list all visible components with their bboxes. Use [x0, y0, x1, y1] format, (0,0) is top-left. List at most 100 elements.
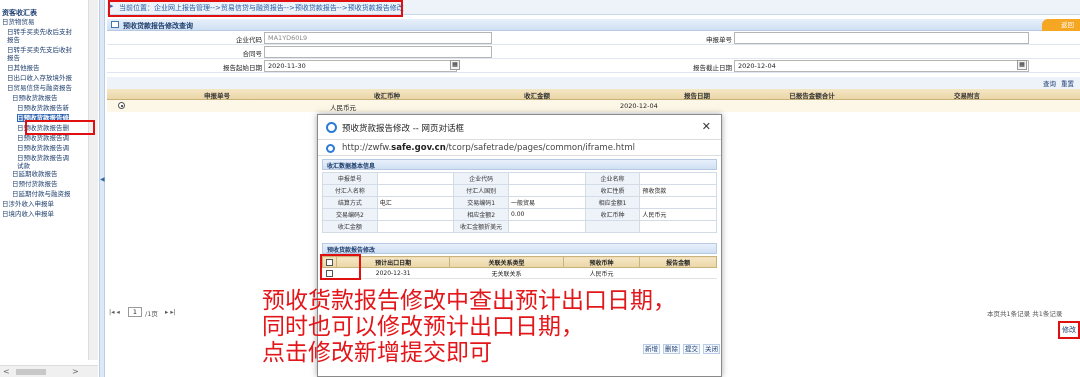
end-date-input[interactable]: 2020-12-04: [734, 60, 1029, 72]
sidebar-item[interactable]: 日境内收入申报单: [2, 210, 54, 218]
info-label: [584, 220, 641, 233]
info-value: 一般贸易: [508, 196, 586, 209]
info-label: 付汇人国别: [453, 184, 510, 197]
row-date: 2020-12-04: [620, 102, 658, 110]
sidebar-item[interactable]: 日预收货款报告调: [17, 154, 69, 162]
export-date-table: 预计出口日期 关联关系类型 预收币种 报告金额 2020-12-31 无关联关系…: [322, 256, 717, 279]
report-no-label: 申报单号: [706, 36, 732, 44]
expected-export-date[interactable]: 2020-12-31: [336, 267, 450, 279]
sidebar-item[interactable]: 日预收货款报告调: [17, 144, 69, 152]
info-value: 电汇: [376, 196, 455, 209]
query-button[interactable]: 查询: [1043, 78, 1056, 88]
info-value: [639, 172, 717, 185]
table-row[interactable]: 人民币元 2020-12-04: [107, 100, 1080, 112]
info-label: 企业代码: [453, 172, 510, 185]
dialog-titlebar: 预收货款报告修改 -- 网页对话框 ✕: [318, 115, 721, 139]
col-remark: 交易附言: [954, 92, 980, 100]
pager-last-icon[interactable]: ▸ ▸|: [165, 308, 176, 316]
location-icon: ▸: [110, 2, 114, 10]
sidebar-item[interactable]: 报告: [7, 36, 20, 44]
reset-button[interactable]: 重置: [1061, 78, 1074, 88]
sidebar-item[interactable]: 日预收货款报告删: [17, 124, 69, 132]
basic-info-table: 申报单号 企业代码 企业名称 付汇人名称 付汇人国别 收汇性质 预收货款 结算方式 电汇 交易编码…: [322, 172, 717, 233]
select-all-cell[interactable]: [322, 256, 337, 268]
info-value: [376, 208, 455, 221]
info-label: 收汇性质: [584, 184, 641, 197]
info-label: 结算方式: [322, 196, 378, 209]
contract-label: 合同号: [242, 50, 263, 58]
ie-icon: [326, 144, 335, 153]
info-label: 相应金额2: [453, 208, 510, 221]
info-row: 结算方式 电汇 交易编码1 一般贸易 相应金额1: [322, 196, 717, 209]
sidebar-item[interactable]: 日延期收款报告: [12, 170, 58, 178]
dialog-title: 预收货款报告修改 -- 网页对话框: [342, 124, 465, 134]
info-value: [508, 184, 586, 197]
info-value: [508, 172, 586, 185]
close-icon[interactable]: ✕: [702, 120, 711, 133]
sidebar-item[interactable]: 日贸易信贷与融资报告: [7, 84, 72, 92]
info-row: 申报单号 企业代码 企业名称: [322, 172, 717, 185]
info-row: 收汇金额 收汇金额折美元: [322, 220, 717, 233]
sidebar-item[interactable]: 日预付货款报告: [12, 180, 58, 188]
back-tab[interactable]: 返回: [1042, 19, 1080, 31]
page-total: /1页: [145, 310, 158, 318]
contract-input[interactable]: [264, 46, 492, 58]
info-value: [376, 220, 455, 233]
select-all-checkbox[interactable]: [326, 258, 333, 266]
row-checkbox[interactable]: [326, 269, 333, 277]
sidebar-vertical-scrollbar[interactable]: [88, 0, 98, 360]
sidebar-item[interactable]: 日预收货款报告: [12, 94, 58, 102]
report-no-input[interactable]: [734, 32, 1029, 44]
sidebar-item[interactable]: 日预收货款报告修: [17, 114, 69, 122]
relation-type: 无关联关系: [449, 267, 564, 279]
annotation-line-3: 点击修改新增提交即可: [262, 340, 492, 366]
modify-button[interactable]: 修改: [1062, 325, 1076, 335]
calendar-icon[interactable]: ▦: [450, 60, 460, 70]
sidebar-horizontal-scrollbar[interactable]: < >: [0, 365, 98, 377]
info-value: 预收货款: [639, 184, 717, 197]
sidebar-title: 资客收汇表: [2, 9, 37, 17]
panel-icon: [111, 21, 119, 28]
company-code-label: 企业代码: [236, 36, 262, 44]
sidebar-item[interactable]: 试款: [17, 162, 30, 170]
form-row-3: 报告起始日期 2020-11-30 ▦ 报告截止日期 2020-12-04 ▦: [107, 59, 1080, 73]
col-amount: 收汇金额: [524, 92, 550, 100]
sidebar-item[interactable]: 日预收货款报告调: [17, 134, 69, 142]
grid-header: 申报单号 收汇币种 收汇金额 报告日期 已报告金额合计 交易附言: [107, 89, 1080, 100]
col-relation-type: 关联关系类型: [449, 256, 564, 268]
section-title: 收汇数据基本信息: [327, 163, 376, 170]
table-row[interactable]: 2020-12-31 无关联关系 人民币元: [322, 267, 717, 279]
sidebar-item[interactable]: 日转手买卖先收后支封: [7, 28, 72, 36]
scroll-right-icon[interactable]: >: [72, 367, 79, 376]
info-value: [639, 220, 717, 233]
row-radio[interactable]: [118, 102, 125, 109]
form-row-2: 合同号: [107, 45, 1080, 59]
col-currency: 收汇币种: [374, 92, 400, 100]
calendar-icon[interactable]: ▦: [1017, 60, 1027, 70]
form-row-1: 企业代码 MA1YD60L9 申报单号: [107, 31, 1080, 45]
scroll-left-icon[interactable]: <: [3, 367, 10, 376]
collapse-arrow-icon[interactable]: ◀: [100, 176, 105, 183]
sidebar-item[interactable]: 日货物贸易: [2, 18, 35, 26]
pager-first-icon[interactable]: |◂ ◂: [109, 308, 120, 316]
basic-info-section-header: 收汇数据基本信息: [322, 159, 717, 170]
sidebar-item[interactable]: 日转手买卖先支后收封: [7, 46, 72, 54]
sidebar-item[interactable]: 报告: [7, 54, 20, 62]
company-code-input[interactable]: MA1YD60L9: [264, 32, 492, 44]
sidebar-item[interactable]: 日涉外收入申报单: [2, 200, 54, 208]
page-summary: 本页共1条记录 共1条记录: [987, 310, 1063, 318]
query-panel-header: 预收贷款报告修改查询 返回: [107, 19, 1080, 31]
sidebar-item[interactable]: 日其他报告: [7, 64, 40, 72]
sidebar-item[interactable]: 日预收货款报告新: [17, 104, 69, 112]
sidebar-collapse-bar[interactable]: ◀: [100, 0, 105, 377]
scroll-thumb[interactable]: [16, 369, 46, 375]
annotation: 预收货款报告修改中查出预计出口日期， 同时也可以修改预计出口日期， 点击修改新增…: [262, 288, 802, 366]
sidebar-item[interactable]: 日延期付款与融资报: [12, 190, 71, 198]
start-date-input[interactable]: 2020-11-30: [264, 60, 457, 72]
row-checkbox-cell[interactable]: [322, 267, 337, 279]
dialog-url-bar: http://zwfw.safe.gov.cn/tcorp/safetrade/…: [318, 139, 721, 156]
section-title: 预收货款报告修改: [327, 247, 376, 254]
page-input[interactable]: 1: [128, 307, 142, 317]
modify-section-header: 预收货款报告修改: [322, 243, 717, 254]
sidebar-item[interactable]: 日出口收入存放境外报: [7, 74, 72, 82]
